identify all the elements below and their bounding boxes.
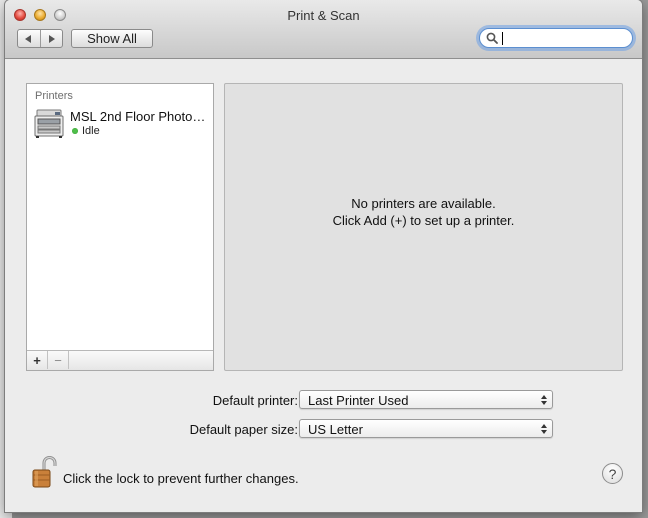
default-paper-row: Default paper size: US Letter <box>5 419 642 439</box>
search-field[interactable] <box>479 28 633 48</box>
window-title: Print & Scan <box>287 8 360 23</box>
no-printers-line: No printers are available. <box>351 196 496 211</box>
no-printers-message: No printers are available. Click Add (+)… <box>225 195 622 229</box>
default-printer-popup[interactable]: Last Printer Used <box>299 390 553 409</box>
lock-message: Click the lock to prevent further change… <box>63 471 299 486</box>
default-printer-row: Default printer: Last Printer Used <box>5 390 642 410</box>
copier-printer-icon <box>34 109 64 138</box>
search-icon <box>486 32 498 44</box>
preferences-content: Printers MSL 2nd Floor Photo… Idle + − N… <box>5 59 642 512</box>
back-button[interactable] <box>18 30 40 47</box>
printers-list-header: Printers <box>35 90 73 102</box>
status-indicator-icon <box>72 128 78 134</box>
forward-arrow-icon <box>48 34 55 43</box>
printer-status-label: Idle <box>82 125 100 137</box>
default-paper-popup[interactable]: US Letter <box>299 419 553 438</box>
printer-name: MSL 2nd Floor Photo… <box>70 109 206 124</box>
printer-list-item[interactable]: MSL 2nd Floor Photo… Idle <box>27 104 213 144</box>
unlocked-lock-icon[interactable] <box>30 455 58 489</box>
show-all-button[interactable]: Show All <box>71 29 153 48</box>
help-button[interactable]: ? <box>602 463 623 484</box>
search-input[interactable] <box>504 30 628 48</box>
remove-printer-button[interactable]: − <box>48 351 69 369</box>
default-paper-label: Default paper size: <box>189 422 298 437</box>
back-arrow-icon <box>25 34 32 43</box>
printer-detail-pane: No printers are available. Click Add (+)… <box>224 83 623 371</box>
forward-button[interactable] <box>39 30 63 47</box>
default-printer-value: Last Printer Used <box>308 393 409 408</box>
printer-list: Printers MSL 2nd Floor Photo… Idle + − <box>26 83 214 371</box>
printer-status: Idle <box>72 125 100 137</box>
title-bar: Print & Scan Show All <box>5 0 642 59</box>
add-printer-button[interactable]: + <box>27 351 48 369</box>
up-down-arrows-icon <box>541 424 547 434</box>
default-printer-label: Default printer: <box>212 393 298 408</box>
print-scan-window: Print & Scan Show All Printers MSL 2nd F… <box>5 0 642 512</box>
text-caret <box>502 32 503 45</box>
default-paper-value: US Letter <box>308 422 363 437</box>
back-forward-control <box>17 29 63 48</box>
up-down-arrows-icon <box>541 395 547 405</box>
add-printer-hint: Click Add (+) to set up a printer. <box>332 213 515 228</box>
printer-list-toolbar: + − <box>27 350 213 370</box>
